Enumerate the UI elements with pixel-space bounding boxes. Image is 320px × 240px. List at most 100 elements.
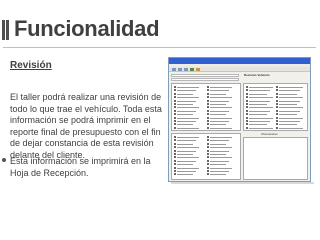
- checklist-item-label: [249, 127, 273, 129]
- checklist-checkbox: [174, 149, 176, 152]
- checklist-checkbox: [207, 96, 209, 99]
- checklist-item-label: [177, 171, 196, 172]
- checklist-checkbox: [174, 156, 176, 159]
- checklist-checkbox: [276, 99, 278, 102]
- checklist-checkbox: [246, 120, 248, 122]
- checklist-checkbox: [174, 163, 176, 166]
- checklist-item-label: [279, 93, 297, 95]
- checklist-checkbox: [246, 109, 248, 112]
- checklist-item-label: [177, 107, 199, 109]
- checklist-checkbox: [276, 120, 278, 122]
- checklist-item-label: [177, 140, 196, 142]
- checklist-checkbox: [207, 156, 209, 159]
- checklist-checkbox: [207, 92, 209, 95]
- checklist-checkbox: [174, 99, 176, 102]
- checklist-item-label: [210, 127, 232, 129]
- checklist-checkbox: [207, 89, 209, 92]
- checklist-checkbox: [246, 116, 248, 119]
- checklist-item-label: [210, 174, 226, 176]
- checklist-item-label: [279, 110, 300, 112]
- checklist-checkbox: [174, 86, 176, 88]
- checklist-item-label: [177, 93, 193, 95]
- checklist-item-label: [177, 110, 196, 112]
- form-field: [171, 78, 239, 81]
- checklist-item-label: [210, 171, 229, 172]
- checklist-checkbox: [207, 153, 209, 155]
- embedded-app-screenshot: Revisión Vehículo Observaciones: [168, 57, 311, 182]
- checklist-item-label: [249, 117, 273, 119]
- form-field: [171, 74, 239, 77]
- section-subtitle: Revisión: [10, 60, 52, 71]
- checklist-item-label: [177, 87, 199, 88]
- checklist-item-label: [249, 97, 273, 99]
- checklist-item-label: [177, 164, 193, 166]
- checklist-checkbox: [276, 116, 278, 119]
- checklist-item-label: [279, 121, 300, 122]
- checklist-item-label: [210, 140, 229, 142]
- checklist-item-label: [177, 174, 193, 176]
- checklist-item-label: [279, 100, 300, 102]
- checklist-item-label: [249, 93, 267, 95]
- checklist-item-label: [177, 114, 193, 116]
- checklist-checkbox: [246, 92, 248, 95]
- toolbar-close-icon: [196, 68, 200, 71]
- checklist-checkbox: [207, 149, 209, 152]
- checklist-checkbox: [207, 159, 209, 162]
- checklist-checkbox: [174, 166, 176, 169]
- checklist-item-label: [249, 87, 273, 88]
- checklist-checkbox: [207, 126, 209, 129]
- checklist-item-label: [279, 127, 303, 129]
- body-paragraph-1: El taller podrá realizar una revisión de…: [10, 92, 162, 160]
- checklist-checkbox: [174, 139, 176, 142]
- checklist-checkbox: [207, 99, 209, 102]
- checklist-checkbox: [276, 103, 278, 105]
- observaciones-textarea: [243, 137, 308, 180]
- checklist-item-label: [210, 137, 232, 138]
- checklist-item-label: [177, 127, 199, 129]
- checklist-checkbox: [276, 123, 278, 126]
- checklist-item-label: [210, 117, 232, 119]
- checklist-item-label: [177, 143, 193, 145]
- checklist-checkbox: [246, 106, 248, 109]
- checklist-item-label: [249, 107, 273, 109]
- checklist-item-label: [210, 110, 229, 112]
- checklist-item-label: [210, 154, 226, 155]
- checklist-item-label: [210, 107, 232, 109]
- checklist-item-label: [210, 150, 229, 152]
- checklist-item-label: [210, 87, 232, 88]
- checklist-checkbox: [174, 153, 176, 155]
- checklist-item-label: [210, 124, 226, 126]
- checklist-item-label: [279, 124, 297, 126]
- checklist-checkbox: [276, 109, 278, 112]
- checklist-checkbox: [246, 126, 248, 129]
- checklist-item-label: [249, 121, 270, 122]
- checklist-item-label: [177, 137, 199, 138]
- checklist-item-label: [279, 90, 300, 92]
- checklist-item-label: [249, 114, 267, 116]
- checklist-checkbox: [174, 106, 176, 109]
- checklist-item-label: [210, 160, 229, 162]
- checklist-checkbox: [276, 89, 278, 92]
- checklist-checkbox: [174, 96, 176, 99]
- checklist-checkbox: [207, 142, 209, 145]
- screenshot-shadow: [171, 182, 314, 184]
- checklist-checkbox: [207, 106, 209, 109]
- checklist-item-label: [177, 121, 196, 122]
- title-divider: [3, 47, 316, 48]
- checklist-item-label: [177, 117, 199, 119]
- checklist-checkbox: [276, 113, 278, 116]
- checklist-item-label: [210, 164, 226, 166]
- checklist-checkbox: [276, 92, 278, 95]
- checklist-checkbox: [207, 116, 209, 119]
- checklist-checkbox: [174, 142, 176, 145]
- checklist-item-label: [210, 93, 226, 95]
- checklist-item-label: [177, 147, 199, 149]
- checklist-checkbox: [207, 163, 209, 166]
- toolbar-open-icon: [178, 68, 182, 71]
- checklist-checkbox: [207, 103, 209, 105]
- checklist-item-label: [249, 124, 267, 126]
- checklist-item-label: [210, 114, 226, 116]
- checklist-item-label: [279, 104, 297, 105]
- checklist-checkbox: [174, 103, 176, 105]
- checklist-checkbox: [174, 116, 176, 119]
